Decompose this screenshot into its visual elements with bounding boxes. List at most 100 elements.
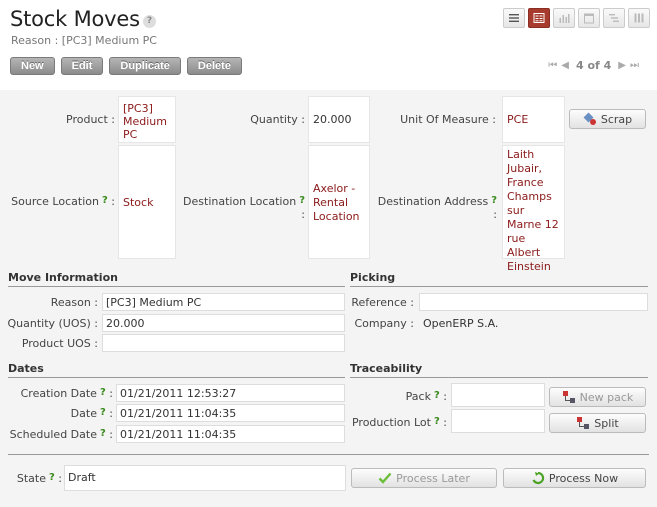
state-colon: : — [58, 472, 62, 485]
state-label: State? : — [5, 472, 62, 485]
scrap-icon — [583, 112, 596, 125]
delete-button[interactable]: Delete — [186, 57, 242, 75]
destination-address-help-icon[interactable]: ? — [491, 195, 497, 206]
product-field[interactable]: [PC3] Medium PC — [118, 96, 176, 143]
calendar-view-icon — [584, 13, 594, 24]
new-button[interactable]: New — [10, 57, 55, 75]
scheduled-date-field[interactable]: 01/21/2011 11:04:35 — [116, 425, 345, 443]
picking-title: Picking — [350, 271, 648, 287]
date-colon: : — [109, 407, 113, 420]
uom-field[interactable]: PCE — [502, 96, 565, 143]
scheduled-date-help-icon[interactable]: ? — [100, 428, 106, 439]
scheduled-date-colon: : — [109, 428, 113, 441]
quantity-label: Quantity : — [250, 113, 305, 126]
checkmark-icon — [378, 472, 392, 484]
pack-field[interactable] — [451, 383, 545, 407]
view-switcher — [503, 8, 650, 28]
traceability-title: Traceability — [350, 362, 648, 378]
date-label-text: Date — [70, 407, 97, 420]
pack-label-text: Pack — [405, 390, 431, 403]
uom-value[interactable]: PCE — [507, 113, 528, 126]
creation-date-colon: : — [109, 387, 113, 400]
source-location-value[interactable]: Stock — [123, 196, 153, 209]
pager-count: 4 of 4 — [575, 59, 612, 72]
form-view-icon — [533, 13, 545, 23]
scheduled-date-label-text: Scheduled Date — [9, 428, 97, 441]
form-view-button[interactable] — [528, 8, 550, 28]
quantity-field[interactable]: 20.000 — [308, 96, 370, 143]
kanban-view-icon — [634, 13, 644, 23]
pack-label: Pack? : — [350, 390, 447, 403]
source-location-help-icon[interactable]: ? — [102, 195, 108, 206]
destination-location-help-icon[interactable]: ? — [299, 195, 305, 206]
source-location-field[interactable]: Stock — [118, 145, 176, 259]
reason-label: Reason : — [50, 296, 98, 309]
product-uos-field[interactable] — [102, 334, 345, 352]
destination-address-value[interactable]: Laith Jubair, France Champs sur Marne 12… — [507, 148, 559, 273]
process-later-button[interactable]: Process Later — [351, 468, 497, 488]
scrap-button[interactable]: Scrap — [569, 109, 646, 129]
destination-location-colon: : — [301, 208, 305, 221]
uom-label: Unit Of Measure : — [400, 113, 496, 126]
split-button[interactable]: Split — [549, 413, 646, 433]
creation-date-label-text: Creation Date — [20, 387, 97, 400]
gantt-view-button[interactable] — [603, 8, 625, 28]
destination-location-value[interactable]: Axelor - Rental Location — [313, 182, 360, 223]
quantity-uos-field[interactable]: 20.000 — [102, 314, 345, 332]
graph-view-icon — [559, 14, 570, 23]
process-now-button[interactable]: Process Now — [503, 468, 646, 488]
pack-help-icon[interactable]: ? — [434, 390, 440, 401]
source-location-colon: : — [111, 195, 115, 208]
state-help-icon[interactable]: ? — [49, 472, 55, 483]
creation-date-field[interactable]: 01/21/2011 12:53:27 — [116, 384, 345, 402]
dates-title: Dates — [8, 362, 345, 378]
reason-field[interactable]: [PC3] Medium PC — [102, 293, 345, 311]
pager: ⏮ ◀ 4 of 4 ▶ ⏭ — [548, 59, 639, 72]
destination-address-label: Destination Address? : — [372, 195, 497, 221]
list-view-icon — [509, 14, 519, 22]
refresh-arrow-icon — [532, 471, 545, 485]
list-view-button[interactable] — [503, 8, 525, 28]
new-pack-button[interactable]: New pack — [549, 387, 646, 407]
company-field[interactable]: OpenERP S.A. — [419, 314, 648, 332]
destination-location-label: Destination Location? : — [180, 195, 305, 221]
scrap-button-label: Scrap — [600, 112, 633, 126]
new-pack-icon — [562, 391, 575, 403]
source-location-label: Source Location? : — [5, 195, 115, 208]
source-location-label-text: Source Location — [11, 195, 99, 208]
destination-address-colon: : — [493, 208, 497, 221]
state-separator — [8, 454, 649, 455]
next-page-icon[interactable]: ▶ — [618, 60, 626, 71]
date-field[interactable]: 01/21/2011 11:04:35 — [116, 404, 345, 422]
production-lot-label: Production Lot? : — [350, 416, 447, 429]
previous-page-icon[interactable]: ◀ — [561, 60, 569, 71]
graph-view-button[interactable] — [553, 8, 575, 28]
product-value[interactable]: [PC3] Medium PC — [123, 102, 167, 141]
reference-field[interactable] — [419, 293, 648, 311]
edit-button[interactable]: Edit — [60, 57, 104, 75]
destination-location-label-text: Destination Location — [183, 195, 297, 208]
calendar-view-button[interactable] — [578, 8, 600, 28]
date-help-icon[interactable]: ? — [100, 407, 106, 418]
production-lot-field[interactable] — [451, 409, 545, 433]
reference-label: Reference : — [351, 296, 414, 309]
scheduled-date-label: Scheduled Date? : — [5, 428, 113, 441]
gantt-view-icon — [609, 14, 619, 22]
production-lot-label-text: Production Lot — [351, 416, 431, 429]
first-page-icon[interactable]: ⏮ — [548, 60, 557, 71]
creation-date-help-icon[interactable]: ? — [100, 387, 106, 398]
production-lot-colon: : — [443, 416, 447, 429]
kanban-view-button[interactable] — [628, 8, 650, 28]
state-field[interactable]: Draft — [64, 465, 346, 491]
help-icon[interactable]: ? — [143, 15, 156, 28]
quantity-uos-label: Quantity (UOS) : — [7, 317, 98, 330]
split-button-label: Split — [594, 416, 619, 430]
product-label: Product : — [66, 113, 115, 126]
last-page-icon[interactable]: ⏭ — [630, 60, 639, 71]
production-lot-help-icon[interactable]: ? — [434, 416, 440, 427]
creation-date-label: Creation Date? : — [8, 387, 113, 400]
destination-address-field[interactable]: Laith Jubair, France Champs sur Marne 12… — [502, 145, 565, 273]
duplicate-button[interactable]: Duplicate — [109, 57, 181, 75]
destination-location-field[interactable]: Axelor - Rental Location — [308, 145, 370, 259]
page-title: Stock Moves — [10, 7, 140, 31]
